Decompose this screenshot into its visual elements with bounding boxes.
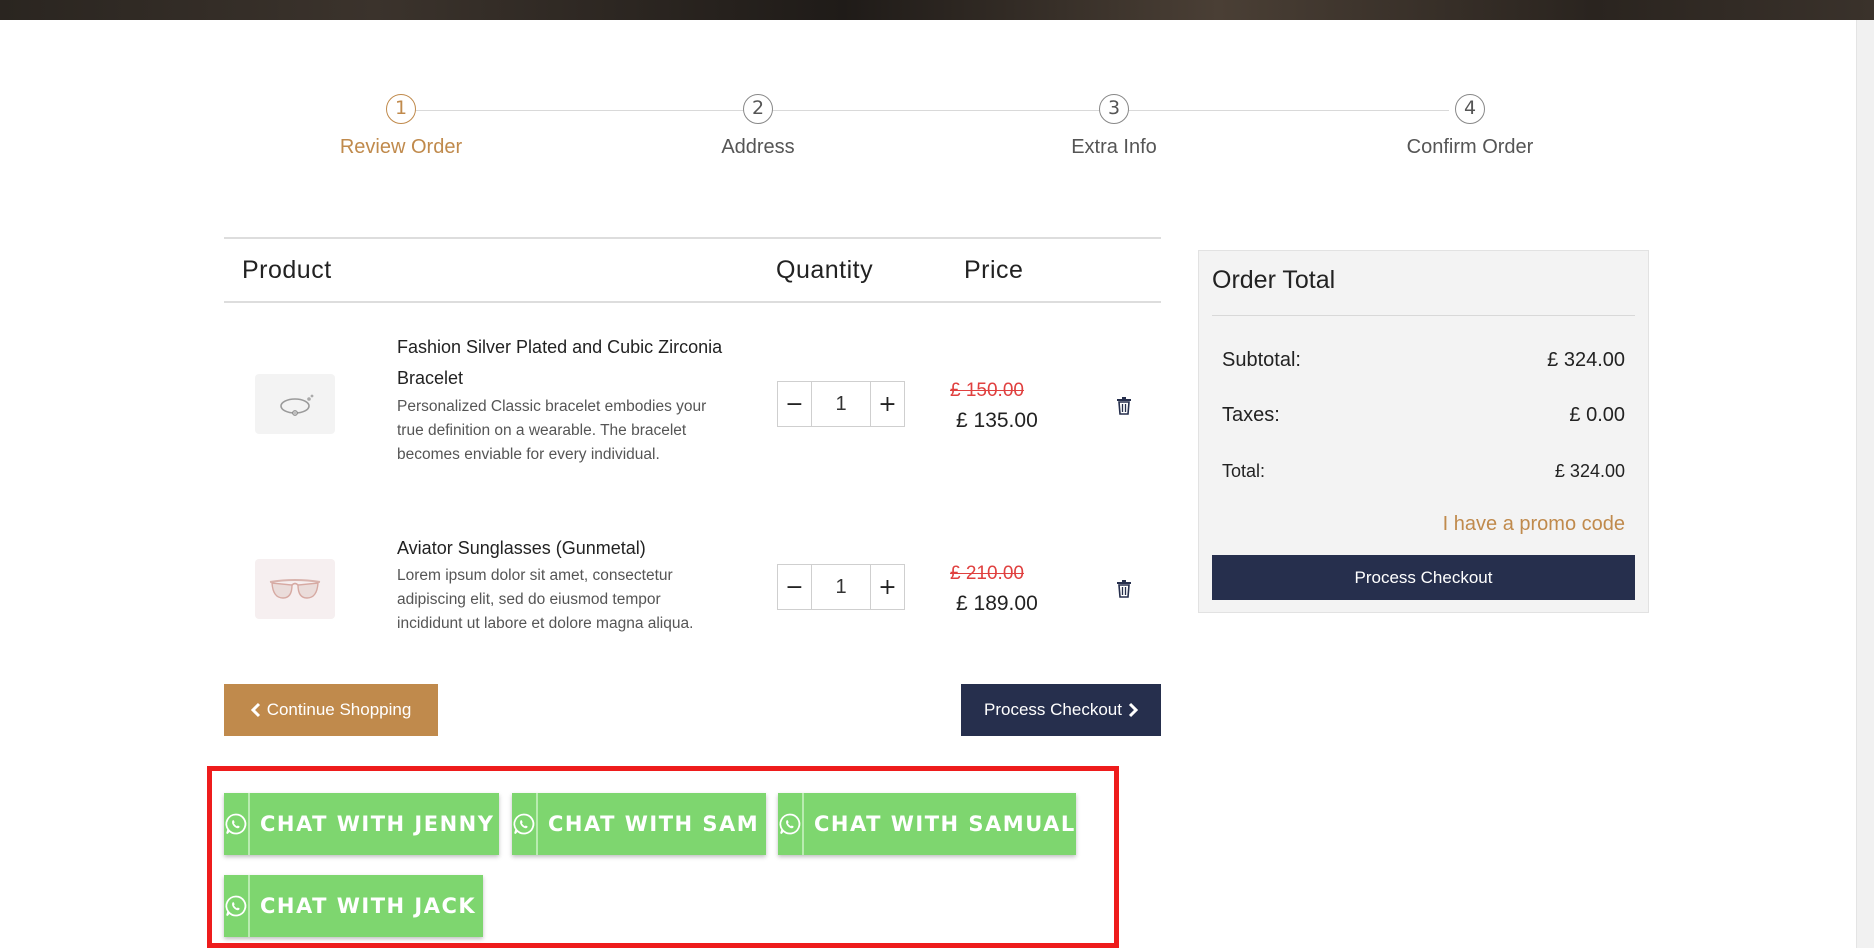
step-number: 1	[386, 94, 416, 124]
quantity-decrease-button[interactable]: −	[778, 382, 812, 426]
step-number: 2	[743, 94, 773, 124]
total-label: Total:	[1222, 461, 1266, 481]
step-label: Extra Info	[1071, 136, 1157, 158]
taxes-value: £ 0.00	[1569, 404, 1625, 426]
cart-row: Aviator Sunglasses (Gunmetal) Lorem ipsu…	[224, 498, 1161, 678]
sunglasses-icon	[269, 579, 321, 599]
header-quantity: Quantity	[776, 256, 874, 284]
taxes-row: Taxes: £ 0.00	[1222, 404, 1625, 427]
header-product: Product	[242, 256, 332, 284]
bracelet-icon	[280, 394, 314, 416]
step-label: Review Order	[339, 136, 463, 158]
step-label: Confirm Order	[1406, 136, 1534, 158]
quantity-input[interactable]	[812, 382, 870, 426]
product-thumbnail[interactable]	[255, 374, 335, 434]
chat-highlight-frame-bottom	[207, 943, 1119, 948]
quantity-increase-button[interactable]: +	[870, 382, 904, 426]
quantity-decrease-button[interactable]: −	[778, 565, 812, 609]
checkout-stepper: 1 Review Order 2 Address 3 Extra Info 4 …	[300, 94, 1550, 174]
process-checkout-button[interactable]: Process Checkout	[961, 684, 1161, 736]
whatsapp-icon	[225, 813, 247, 835]
step-review-order[interactable]: 1 Review Order	[300, 94, 502, 159]
total-row: Total: £ 324.00	[1222, 461, 1625, 482]
quantity-increase-button[interactable]: +	[870, 565, 904, 609]
trash-icon[interactable]	[1116, 580, 1132, 598]
step-confirm-order[interactable]: 4 Confirm Order	[1369, 94, 1571, 159]
order-total-divider	[1212, 315, 1635, 316]
chat-with-samual-button[interactable]: CHAT WITH SAMUAL	[778, 793, 1076, 855]
step-number: 3	[1099, 94, 1129, 124]
step-label: Address	[721, 136, 795, 158]
process-checkout-label: Process Checkout	[984, 700, 1122, 719]
chat-with-jenny-button[interactable]: CHAT WITH JENNY	[224, 793, 499, 855]
promo-code-link[interactable]: I have a promo code	[1443, 513, 1625, 536]
stepper-line	[401, 110, 1449, 111]
chat-with-sam-button[interactable]: CHAT WITH SAM	[512, 793, 766, 855]
cart-table-header: Product Quantity Price	[224, 237, 1161, 303]
quantity-stepper: − +	[777, 381, 905, 427]
chat-icon-box	[224, 875, 250, 937]
whatsapp-icon	[779, 813, 801, 835]
product-description: Lorem ipsum dolor sit amet, consectetur …	[397, 567, 694, 632]
product-thumbnail[interactable]	[255, 559, 335, 619]
chat-icon-box	[778, 793, 804, 855]
sale-price: £ 135.00	[956, 409, 1038, 432]
continue-shopping-label: Continue Shopping	[266, 700, 412, 719]
chevron-right-icon	[1128, 702, 1138, 718]
whatsapp-icon	[513, 813, 535, 835]
order-total-panel: Order Total Subtotal: £ 324.00 Taxes: £ …	[1198, 250, 1649, 613]
product-name[interactable]: Fashion Silver Plated and Cubic Zirconia…	[397, 332, 727, 394]
whatsapp-icon	[225, 895, 247, 917]
step-number: 4	[1455, 94, 1485, 124]
subtotal-label: Subtotal:	[1222, 349, 1301, 371]
cart-table: Product Quantity Price Fashion Silver Pl…	[224, 237, 1161, 678]
chat-icon-box	[512, 793, 538, 855]
original-price: £ 210.00	[950, 563, 1024, 584]
chat-label: CHAT WITH JENNY	[260, 812, 495, 836]
quantity-stepper: − +	[777, 564, 905, 610]
sale-price: £ 189.00	[956, 592, 1038, 615]
quantity-input[interactable]	[812, 565, 870, 609]
chat-with-jack-button[interactable]: CHAT WITH JACK	[224, 875, 483, 937]
step-address[interactable]: 2 Address	[657, 94, 859, 159]
chat-label: CHAT WITH SAM	[548, 812, 760, 836]
total-value: £ 324.00	[1554, 461, 1625, 481]
original-price: £ 150.00	[950, 380, 1024, 401]
page-scrollbar[interactable]	[1856, 20, 1874, 948]
product-name[interactable]: Aviator Sunglasses (Gunmetal)	[397, 533, 727, 564]
order-total-checkout-button[interactable]: Process Checkout	[1212, 555, 1635, 600]
product-description: Personalized Classic bracelet embodies y…	[397, 398, 707, 463]
step-extra-info[interactable]: 3 Extra Info	[1013, 94, 1215, 159]
subtotal-value: £ 324.00	[1547, 349, 1625, 371]
cart-row: Fashion Silver Plated and Cubic Zirconia…	[224, 303, 1161, 498]
taxes-label: Taxes:	[1222, 404, 1280, 426]
chat-label: CHAT WITH SAMUAL	[814, 812, 1076, 836]
chat-icon-box	[224, 793, 250, 855]
subtotal-row: Subtotal: £ 324.00	[1222, 349, 1625, 372]
chat-label: CHAT WITH JACK	[260, 894, 477, 918]
continue-shopping-button[interactable]: Continue Shopping	[224, 684, 438, 736]
hero-banner-strip	[0, 0, 1874, 20]
trash-icon[interactable]	[1116, 397, 1132, 415]
chevron-left-icon	[250, 702, 260, 718]
order-total-title: Order Total	[1212, 266, 1336, 294]
header-price: Price	[964, 256, 1024, 284]
